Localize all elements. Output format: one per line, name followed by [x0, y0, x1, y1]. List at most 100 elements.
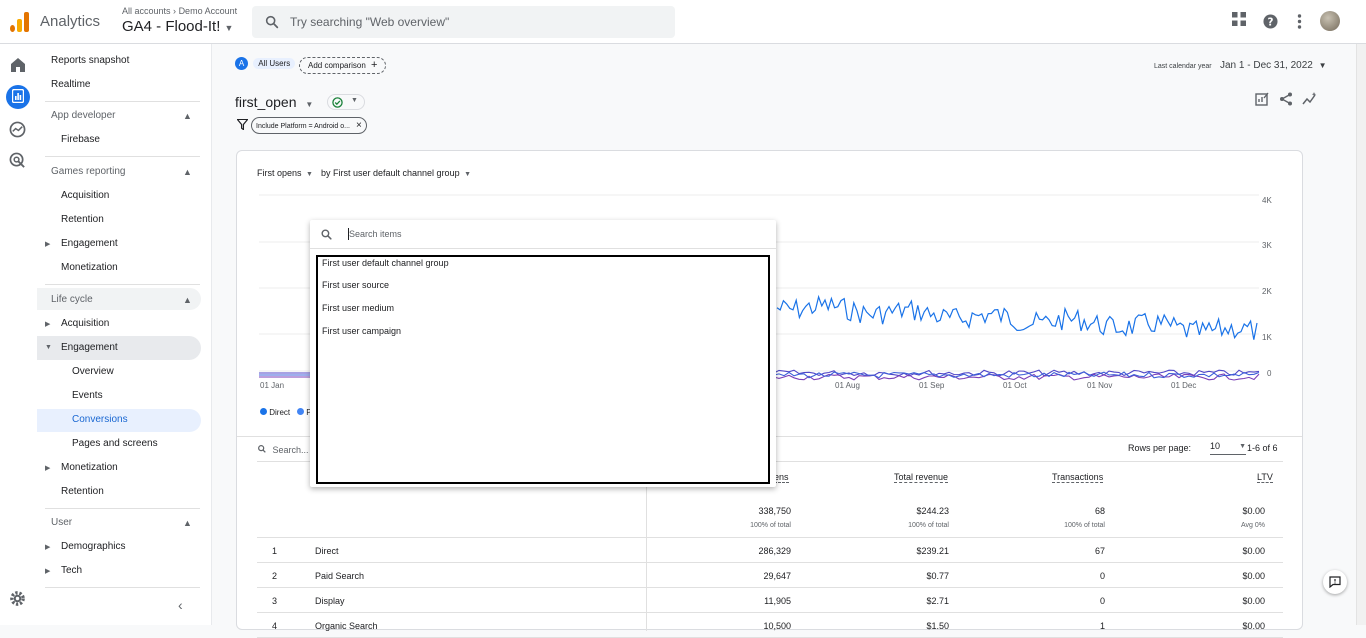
dropdown-option[interactable]: First user medium	[322, 303, 394, 313]
feedback-icon	[1329, 576, 1341, 588]
sidebar-item-conversions[interactable]: Conversions	[72, 414, 128, 425]
column-header-ltv[interactable]: LTV	[1257, 472, 1273, 483]
expand-triangle-icon[interactable]: ▶	[45, 567, 50, 575]
chevron-up-icon[interactable]: ▲	[183, 167, 192, 177]
rows-per-page-value: 10	[1210, 441, 1221, 451]
segment-chip[interactable]: A All Users	[235, 56, 296, 73]
total-transactions-pct: 100% of total	[1064, 522, 1105, 529]
app-name: Analytics	[40, 13, 101, 30]
total-revenue: $244.23	[916, 506, 949, 516]
total-ltv-sub: Avg 0%	[1241, 522, 1265, 529]
reports-icon[interactable]	[12, 89, 24, 103]
sidebar-item-demographics[interactable]: Demographics	[61, 541, 125, 552]
explore-icon[interactable]	[9, 121, 26, 138]
table-row[interactable]: 1 Direct 286,329 $239.21 67 $0.00	[257, 538, 1283, 563]
collapse-sidebar-chevron-icon[interactable]: ‹	[178, 597, 183, 613]
chevron-up-icon[interactable]: ▲	[183, 518, 192, 528]
sidebar-item-games-monetization[interactable]: Monetization	[61, 262, 118, 273]
chevron-up-icon[interactable]: ▲	[183, 111, 192, 121]
sidebar-item-lc-monetization[interactable]: Monetization	[61, 462, 118, 473]
sidebar-item-lc-acquisition[interactable]: Acquisition	[61, 318, 109, 329]
expand-triangle-icon[interactable]: ▶	[45, 240, 50, 248]
sidebar-item-realtime[interactable]: Realtime	[51, 79, 90, 90]
expand-triangle-icon[interactable]: ▶	[45, 320, 50, 328]
add-comparison-button[interactable]: Add comparison +	[299, 57, 387, 74]
row-transactions: 0	[1099, 596, 1105, 606]
expand-triangle-icon[interactable]: ▶	[45, 464, 50, 472]
sidebar-item-reports-snapshot[interactable]: Reports snapshot	[51, 55, 129, 66]
legend-item-direct[interactable]: Direct	[260, 408, 290, 417]
table-row[interactable]: 2 Paid Search 29,647 $0.77 0 $0.00	[257, 563, 1283, 588]
column-header-total-revenue[interactable]: Total revenue	[894, 472, 949, 483]
filter-chip[interactable]: Include Platform = Android o... ×	[251, 117, 367, 134]
search-input[interactable]: Try searching "Web overview"	[290, 15, 449, 29]
column-header-transactions[interactable]: Transactions	[1052, 472, 1104, 483]
rows-per-page-select[interactable]: 10 ▼	[1210, 441, 1246, 455]
home-icon[interactable]	[9, 57, 27, 73]
apps-grid-icon[interactable]	[1232, 12, 1246, 26]
chevron-up-icon[interactable]: ▲	[183, 295, 192, 305]
table-search-input[interactable]: Search...	[257, 444, 309, 455]
more-vert-icon[interactable]	[1297, 14, 1302, 29]
avatar[interactable]	[1320, 11, 1340, 31]
column-header-first-opens[interactable]: ens	[774, 472, 789, 483]
expand-triangle-icon[interactable]: ▶	[45, 543, 50, 551]
sidebar-section-app-developer[interactable]: App developer	[51, 110, 116, 121]
search-icon	[321, 229, 332, 240]
sidebar-item-firebase[interactable]: Firebase	[61, 134, 100, 145]
sidebar-item-pages-and-screens[interactable]: Pages and screens	[72, 438, 158, 449]
sidebar-section-life-cycle[interactable]: Life cycle	[51, 294, 93, 305]
sidebar-item-events[interactable]: Events	[72, 390, 103, 401]
sidebar-section-user[interactable]: User	[51, 517, 72, 528]
search-icon	[258, 445, 266, 453]
y-tick-label: 2K	[1262, 287, 1272, 296]
dropdown-search[interactable]: Search items	[310, 220, 776, 249]
dropdown-search-input[interactable]: Search items	[349, 229, 402, 239]
breadcrumb-accounts[interactable]: All accounts	[122, 6, 171, 16]
filter-icon[interactable]	[237, 119, 248, 130]
page-scrollbar[interactable]	[1356, 44, 1366, 625]
chevron-down-icon: ▼	[1318, 61, 1327, 70]
analytics-logo-icon[interactable]	[10, 12, 30, 32]
sidebar-divider	[45, 101, 200, 102]
row-revenue: $239.21	[916, 546, 949, 556]
feedback-button[interactable]	[1323, 570, 1347, 594]
breadcrumb[interactable]: All accounts › Demo Account	[122, 6, 237, 16]
sidebar-item-lc-engagement[interactable]: Engagement	[61, 342, 118, 353]
collapse-triangle-icon[interactable]: ▼	[45, 344, 52, 351]
insights-icon[interactable]	[1302, 92, 1317, 106]
sidebar-item-tech[interactable]: Tech	[61, 565, 82, 576]
row-rank: 4	[272, 621, 278, 631]
sidebar-section-games-reporting[interactable]: Games reporting	[51, 166, 125, 177]
segment-letter: A	[235, 57, 248, 70]
advertising-icon[interactable]	[9, 152, 26, 169]
breadcrumb-chevron-icon: ›	[173, 6, 177, 16]
table-row[interactable]: 3 Display 11,905 $2.71 0 $0.00	[257, 588, 1283, 613]
row-first-opens: 11,905	[764, 596, 791, 606]
sidebar-item-games-retention[interactable]: Retention	[61, 214, 104, 225]
property-selector[interactable]: GA4 - Flood-It! ▼	[122, 18, 233, 35]
customize-report-icon[interactable]	[1255, 92, 1269, 106]
date-range-picker[interactable]: Jan 1 - Dec 31, 2022 ▼	[1220, 60, 1327, 71]
help-icon[interactable]: ?	[1263, 14, 1278, 29]
settings-gear-icon[interactable]	[9, 590, 26, 607]
sidebar-item-games-engagement[interactable]: Engagement	[61, 238, 118, 249]
table-search-placeholder: Search...	[272, 445, 309, 455]
table-row[interactable]: 4 Organic Search 10,500 $1.50 1 $0.00	[257, 613, 1283, 638]
search-icon	[265, 15, 279, 29]
status-check-dropdown[interactable]: ▼	[327, 94, 365, 110]
sidebar-item-lc-retention[interactable]: Retention	[61, 486, 104, 497]
dropdown-option[interactable]: First user campaign	[322, 326, 401, 336]
dropdown-option[interactable]: First user default channel group	[322, 258, 449, 268]
share-icon[interactable]	[1279, 92, 1293, 106]
breadcrumb-account[interactable]: Demo Account	[179, 6, 238, 16]
chevron-down-icon[interactable]: ▼	[305, 100, 313, 109]
sidebar-divider	[45, 508, 200, 509]
row-revenue: $2.71	[926, 596, 949, 606]
sidebar-item-games-acquisition[interactable]: Acquisition	[61, 190, 109, 201]
search-bar[interactable]: Try searching "Web overview"	[252, 6, 675, 38]
dropdown-option[interactable]: First user source	[322, 280, 389, 290]
total-transactions: 68	[1094, 506, 1105, 516]
sidebar-item-overview[interactable]: Overview	[72, 366, 114, 377]
close-icon[interactable]: ×	[356, 120, 362, 131]
